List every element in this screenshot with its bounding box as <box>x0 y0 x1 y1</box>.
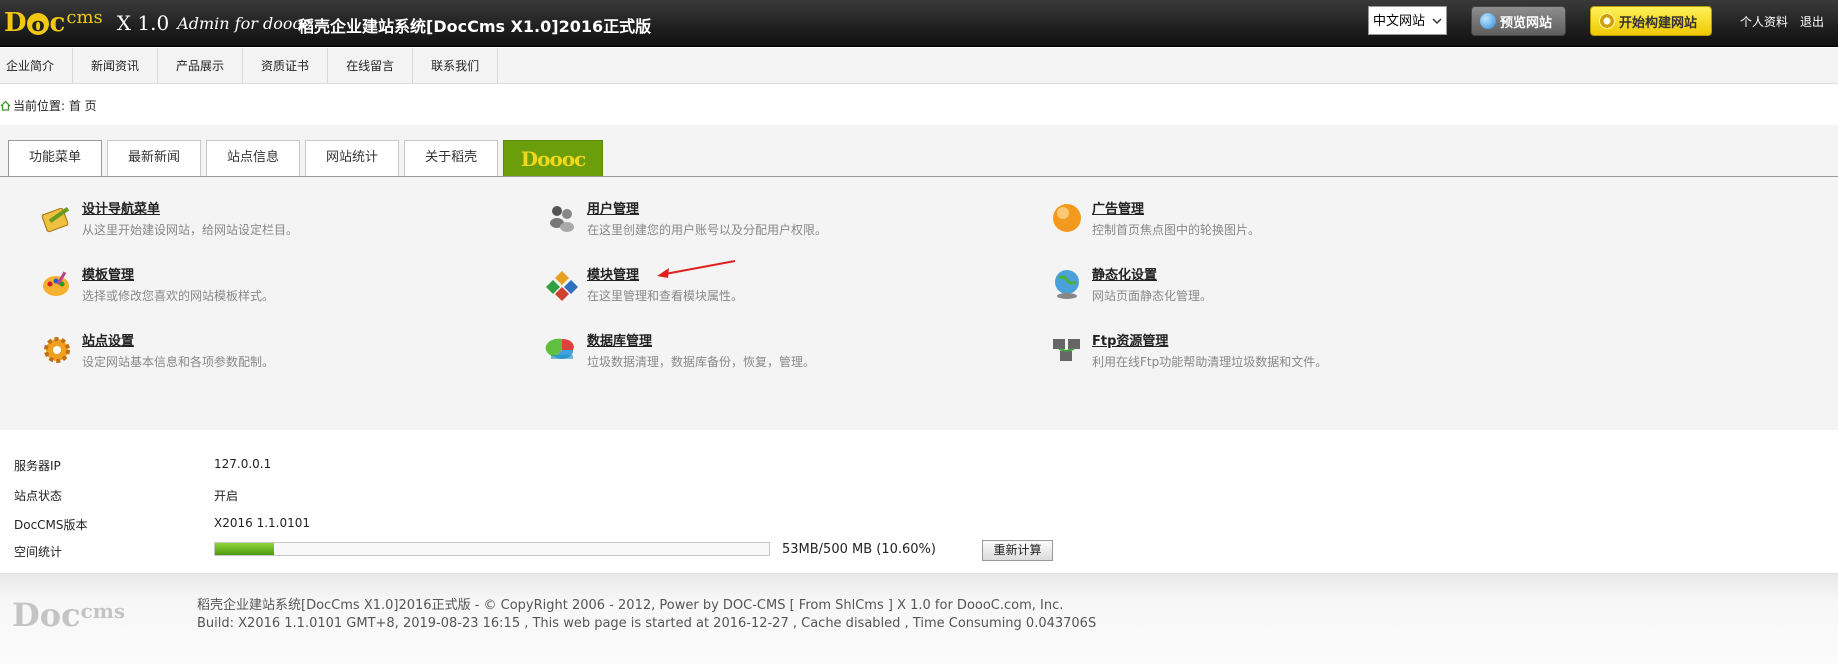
tab-divider <box>0 176 1838 177</box>
menu-item-design-nav[interactable]: 设计导航菜单 从这里开始建设网站，给网站设定栏目。 <box>40 201 298 239</box>
server-ip-label: 服务器IP <box>14 459 61 473</box>
tab-site-stats[interactable]: 网站统计 <box>305 140 400 176</box>
menu-item-static-settings[interactable]: 静态化设置 网站页面静态化管理。 <box>1050 267 1212 305</box>
notebook-pencil-icon <box>41 207 70 233</box>
menu-item-site-settings[interactable]: 站点设置 设定网站基本信息和各项参数配制。 <box>40 333 274 371</box>
site-status-value: 开启 <box>214 489 239 503</box>
nav-item-news[interactable]: 新闻资讯 <box>73 48 159 84</box>
menu-item-database-mgmt[interactable]: 数据库管理 垃圾数据清理，数据库备份，恢复，管理。 <box>545 333 815 371</box>
footer-copyright: 稻壳企业建站系统[DocCms X1.0]2016正式版 - © CopyRig… <box>197 598 1064 613</box>
doccms-logo[interactable]: Doc cms X 1.0 Admin for doooc <box>4 6 312 39</box>
menu-desc: 利用在线Ftp功能帮助清理垃圾数据和文件。 <box>1092 355 1328 369</box>
menu-desc: 设定网站基本信息和各项参数配制。 <box>82 355 275 369</box>
menu-item-ftp-mgmt[interactable]: Ftp资源管理 利用在线Ftp功能帮助清理垃圾数据和文件。 <box>1050 333 1327 371</box>
build-site-button[interactable]: 开始构建网站 <box>1590 6 1712 36</box>
database-icon <box>545 338 574 359</box>
space-label: 空间统计 <box>14 545 63 559</box>
menu-title[interactable]: 站点设置 <box>82 333 274 351</box>
space-progress-bar <box>214 542 770 556</box>
main-nav: 企业简介 新闻资讯 产品展示 资质证书 在线留言 联系我们 <box>0 48 1838 84</box>
breadcrumb: 当前位置: 首 页 <box>0 97 97 114</box>
menu-item-ad-mgmt[interactable]: 广告管理 控制首页焦点图中的轮换图片。 <box>1050 201 1260 239</box>
logo-cms: cms <box>66 6 103 28</box>
orange-ball-icon <box>1053 204 1081 232</box>
users-icon <box>550 206 574 232</box>
tab-function-menu[interactable]: 功能菜单 <box>8 140 103 177</box>
menu-item-template-mgmt[interactable]: 模板管理 选择或修改您喜欢的网站模板样式。 <box>40 267 274 305</box>
tab-about[interactable]: 关于稻壳 <box>404 140 499 176</box>
globe-icon <box>1480 13 1496 29</box>
space-usage-text: 53MB/500 MB (10.60%) <box>782 542 936 557</box>
menu-title[interactable]: 用户管理 <box>587 201 827 219</box>
breadcrumb-text: 当前位置: 首 页 <box>13 99 97 113</box>
logo-doc: Doc <box>4 8 65 38</box>
menu-title[interactable]: 模板管理 <box>82 267 274 285</box>
gear-icon <box>44 337 70 363</box>
footer-build-info: Build: X2016 1.1.0101 GMT+8, 2019-08-23 … <box>197 616 1097 631</box>
menu-desc: 控制首页焦点图中的轮换图片。 <box>1092 223 1261 237</box>
nav-item-company[interactable]: 企业简介 <box>0 48 74 84</box>
function-panel: 功能菜单 最新新闻 站点信息 网站统计 关于稻壳 Doooc 设计导航菜单 从这… <box>0 125 1838 430</box>
chevron-down-icon <box>1432 18 1442 25</box>
menu-desc: 在这里管理和查看模块属性。 <box>587 289 744 303</box>
tab-site-info[interactable]: 站点信息 <box>206 140 301 176</box>
home-icon <box>0 100 11 111</box>
preview-site-button[interactable]: 预览网站 <box>1471 6 1566 36</box>
server-info: 服务器IP 127.0.0.1 站点状态 开启 DocCMS版本 X2016 1… <box>0 440 1838 573</box>
menu-title[interactable]: Ftp资源管理 <box>1092 333 1327 351</box>
system-title: 稻壳企业建站系统[DocCms X1.0]2016正式版 <box>298 17 652 36</box>
menu-title[interactable]: 设计导航菜单 <box>82 201 298 219</box>
gear-icon <box>1599 13 1615 29</box>
logo-admin-tag: Admin for doooc <box>177 13 312 33</box>
nav-item-certificates[interactable]: 资质证书 <box>243 48 329 84</box>
logo-version: X 1.0 <box>116 11 170 35</box>
logout-link[interactable]: 退出 <box>1800 13 1824 30</box>
recalculate-button[interactable]: 重新计算 <box>982 540 1053 561</box>
menu-item-user-mgmt[interactable]: 用户管理 在这里创建您的用户账号以及分配用户权限。 <box>545 201 827 239</box>
menu-desc: 垃圾数据清理，数据库备份，恢复，管理。 <box>587 355 816 369</box>
tab-doooc-brand[interactable]: Doooc <box>503 140 604 176</box>
tab-latest-news[interactable]: 最新新闻 <box>107 140 202 176</box>
footer-logo: Doccms <box>12 596 126 634</box>
menu-desc: 选择或修改您喜欢的网站模板样式。 <box>82 289 275 303</box>
footer: Doccms 稻壳企业建站系统[DocCms X1.0]2016正式版 - © … <box>0 573 1838 664</box>
preview-site-label: 预览网站 <box>1500 15 1553 31</box>
language-select-value: 中文网站 <box>1373 14 1426 29</box>
top-header: Doc cms X 1.0 Admin for doooc 稻壳企业建站系统[D… <box>0 0 1838 47</box>
palette-icon <box>43 271 69 296</box>
profile-link[interactable]: 个人资料 <box>1740 13 1788 30</box>
site-status-label: 站点状态 <box>14 489 63 503</box>
version-value: X2016 1.1.0101 <box>214 516 311 530</box>
version-label: DocCMS版本 <box>14 518 88 532</box>
menu-desc: 在这里创建您的用户账号以及分配用户权限。 <box>587 223 828 237</box>
nav-item-guestbook[interactable]: 在线留言 <box>328 48 414 84</box>
menu-title[interactable]: 数据库管理 <box>587 333 815 351</box>
menu-desc: 网站页面静态化管理。 <box>1092 289 1213 303</box>
language-select[interactable]: 中文网站 <box>1368 6 1447 35</box>
panel-tabs: 功能菜单 最新新闻 站点信息 网站统计 关于稻壳 Doooc <box>8 140 604 177</box>
nav-item-contact[interactable]: 联系我们 <box>413 48 499 84</box>
modules-icon <box>546 271 578 301</box>
menu-title[interactable]: 广告管理 <box>1092 201 1260 219</box>
server-ip-value: 127.0.0.1 <box>214 457 272 471</box>
nav-item-products[interactable]: 产品展示 <box>158 48 244 84</box>
space-progress-fill <box>215 543 274 555</box>
build-site-label: 开始构建网站 <box>1619 15 1698 31</box>
menu-title[interactable]: 静态化设置 <box>1092 267 1212 285</box>
ftp-icon <box>1053 339 1080 361</box>
menu-desc: 从这里开始建设网站，给网站设定栏目。 <box>82 223 299 237</box>
globe-icon <box>1055 270 1079 299</box>
annotation-arrow-icon <box>657 260 736 278</box>
doooc-logo: Doooc <box>520 146 587 171</box>
